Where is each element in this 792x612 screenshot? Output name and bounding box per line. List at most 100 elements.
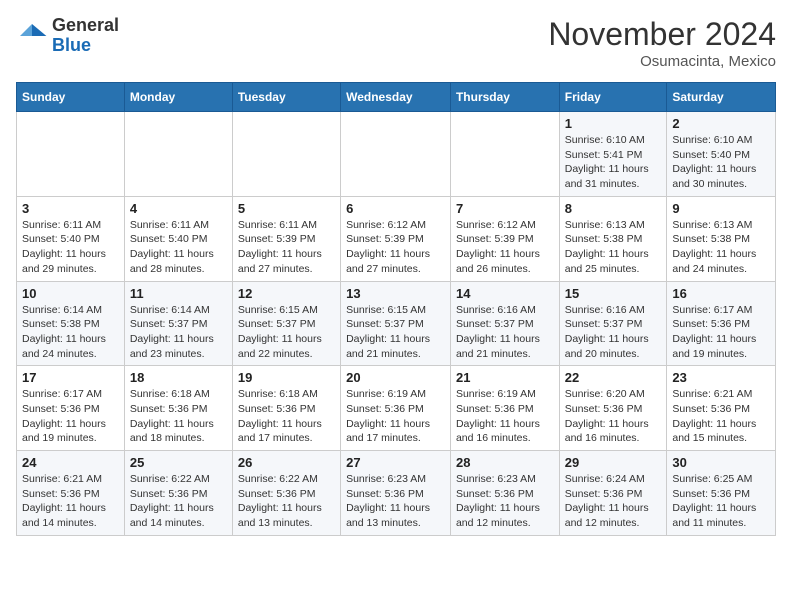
calendar-cell: 11 Sunrise: 6:14 AM Sunset: 5:37 PM Dayli… [124,281,232,366]
calendar-cell: 5 Sunrise: 6:11 AM Sunset: 5:39 PM Daylig… [232,196,340,281]
day-number: 5 [238,201,335,216]
day-number: 9 [672,201,770,216]
day-number: 25 [130,455,227,470]
day-number: 20 [346,370,445,385]
day-number: 30 [672,455,770,470]
day-number: 26 [238,455,335,470]
day-info: Sunrise: 6:15 AM Sunset: 5:37 PM Dayligh… [238,303,335,362]
calendar-cell: 3 Sunrise: 6:11 AM Sunset: 5:40 PM Daylig… [17,196,125,281]
day-number: 14 [456,286,554,301]
calendar-cell: 15 Sunrise: 6:16 AM Sunset: 5:37 PM Dayli… [559,281,667,366]
day-info: Sunrise: 6:14 AM Sunset: 5:37 PM Dayligh… [130,303,227,362]
calendar-cell: 12 Sunrise: 6:15 AM Sunset: 5:37 PM Dayli… [232,281,340,366]
calendar-cell: 17 Sunrise: 6:17 AM Sunset: 5:36 PM Dayli… [17,366,125,451]
calendar-cell: 19 Sunrise: 6:18 AM Sunset: 5:36 PM Dayli… [232,366,340,451]
day-info: Sunrise: 6:18 AM Sunset: 5:36 PM Dayligh… [238,387,335,446]
page-header: General Blue November 2024 Osumacinta, M… [16,16,776,70]
day-number: 15 [565,286,662,301]
calendar-cell [341,112,451,197]
calendar-cell: 28 Sunrise: 6:23 AM Sunset: 5:36 PM Dayli… [450,451,559,536]
day-info: Sunrise: 6:21 AM Sunset: 5:36 PM Dayligh… [22,472,119,531]
day-number: 8 [565,201,662,216]
calendar-cell: 27 Sunrise: 6:23 AM Sunset: 5:36 PM Dayli… [341,451,451,536]
header-thursday: Thursday [450,83,559,112]
calendar-cell: 9Sunrise: 6:13 AM Sunset: 5:38 PM Daylig… [667,196,776,281]
calendar-cell: 4Sunrise: 6:11 AM Sunset: 5:40 PM Daylig… [124,196,232,281]
calendar-cell: 22Sunrise: 6:20 AM Sunset: 5:36 PM Dayli… [559,366,667,451]
title-block: November 2024 Osumacinta, Mexico [548,16,776,70]
calendar-header-row: SundayMondayTuesdayWednesdayThursdayFrid… [17,83,776,112]
day-info: Sunrise: 6:11 AM Sunset: 5:40 PM Dayligh… [130,218,227,277]
day-info: Sunrise: 6:11 AM Sunset: 5:39 PM Dayligh… [238,218,335,277]
day-number: 13 [346,286,445,301]
header-wednesday: Wednesday [341,83,451,112]
day-info: Sunrise: 6:21 AM Sunset: 5:36 PM Dayligh… [672,387,770,446]
day-info: Sunrise: 6:18 AM Sunset: 5:36 PM Dayligh… [130,387,227,446]
day-number: 27 [346,455,445,470]
calendar-cell: 25 Sunrise: 6:22 AM Sunset: 5:36 PM Dayli… [124,451,232,536]
calendar-week-row: 3 Sunrise: 6:11 AM Sunset: 5:40 PM Daylig… [17,196,776,281]
calendar-week-row: 17 Sunrise: 6:17 AM Sunset: 5:36 PM Dayli… [17,366,776,451]
calendar-cell: 18Sunrise: 6:18 AM Sunset: 5:36 PM Dayli… [124,366,232,451]
day-info: Sunrise: 6:14 AM Sunset: 5:38 PM Dayligh… [22,303,119,362]
calendar-week-row: 1Sunrise: 6:10 AM Sunset: 5:41 PM Daylig… [17,112,776,197]
calendar-cell [124,112,232,197]
day-number: 16 [672,286,770,301]
calendar-cell: 13Sunrise: 6:15 AM Sunset: 5:37 PM Dayli… [341,281,451,366]
calendar-cell [450,112,559,197]
day-number: 11 [130,286,227,301]
day-info: Sunrise: 6:10 AM Sunset: 5:40 PM Dayligh… [672,133,770,192]
day-info: Sunrise: 6:10 AM Sunset: 5:41 PM Dayligh… [565,133,662,192]
day-number: 10 [22,286,119,301]
day-number: 12 [238,286,335,301]
day-info: Sunrise: 6:11 AM Sunset: 5:40 PM Dayligh… [22,218,119,277]
day-info: Sunrise: 6:22 AM Sunset: 5:36 PM Dayligh… [238,472,335,531]
calendar-table: SundayMondayTuesdayWednesdayThursdayFrid… [16,82,776,536]
calendar-cell [232,112,340,197]
calendar-cell: 14 Sunrise: 6:16 AM Sunset: 5:37 PM Dayli… [450,281,559,366]
calendar-week-row: 10 Sunrise: 6:14 AM Sunset: 5:38 PM Dayli… [17,281,776,366]
header-tuesday: Tuesday [232,83,340,112]
calendar-cell: 23 Sunrise: 6:21 AM Sunset: 5:36 PM Dayli… [667,366,776,451]
calendar-cell: 26 Sunrise: 6:22 AM Sunset: 5:36 PM Dayli… [232,451,340,536]
day-number: 28 [456,455,554,470]
day-info: Sunrise: 6:12 AM Sunset: 5:39 PM Dayligh… [456,218,554,277]
day-info: Sunrise: 6:17 AM Sunset: 5:36 PM Dayligh… [672,303,770,362]
calendar-cell: 8 Sunrise: 6:13 AM Sunset: 5:38 PM Daylig… [559,196,667,281]
day-number: 17 [22,370,119,385]
day-number: 21 [456,370,554,385]
day-info: Sunrise: 6:19 AM Sunset: 5:36 PM Dayligh… [456,387,554,446]
calendar-cell: 1Sunrise: 6:10 AM Sunset: 5:41 PM Daylig… [559,112,667,197]
calendar-week-row: 24 Sunrise: 6:21 AM Sunset: 5:36 PM Dayli… [17,451,776,536]
day-info: Sunrise: 6:20 AM Sunset: 5:36 PM Dayligh… [565,387,662,446]
calendar-cell: 6Sunrise: 6:12 AM Sunset: 5:39 PM Daylig… [341,196,451,281]
header-sunday: Sunday [17,83,125,112]
logo-icon [16,20,48,52]
day-number: 6 [346,201,445,216]
day-info: Sunrise: 6:23 AM Sunset: 5:36 PM Dayligh… [346,472,445,531]
calendar-cell: 20Sunrise: 6:19 AM Sunset: 5:36 PM Dayli… [341,366,451,451]
day-info: Sunrise: 6:13 AM Sunset: 5:38 PM Dayligh… [565,218,662,277]
calendar-cell [17,112,125,197]
day-info: Sunrise: 6:23 AM Sunset: 5:36 PM Dayligh… [456,472,554,531]
calendar-cell: 21 Sunrise: 6:19 AM Sunset: 5:36 PM Dayli… [450,366,559,451]
day-number: 3 [22,201,119,216]
day-number: 7 [456,201,554,216]
day-info: Sunrise: 6:16 AM Sunset: 5:37 PM Dayligh… [456,303,554,362]
day-number: 24 [22,455,119,470]
day-number: 23 [672,370,770,385]
calendar-cell: 29Sunrise: 6:24 AM Sunset: 5:36 PM Dayli… [559,451,667,536]
calendar-cell: 16 Sunrise: 6:17 AM Sunset: 5:36 PM Dayli… [667,281,776,366]
calendar-cell: 24 Sunrise: 6:21 AM Sunset: 5:36 PM Dayli… [17,451,125,536]
month-title: November 2024 [548,16,776,53]
calendar-cell: 2Sunrise: 6:10 AM Sunset: 5:40 PM Daylig… [667,112,776,197]
day-info: Sunrise: 6:22 AM Sunset: 5:36 PM Dayligh… [130,472,227,531]
header-friday: Friday [559,83,667,112]
location: Osumacinta, Mexico [548,53,776,70]
day-number: 19 [238,370,335,385]
day-info: Sunrise: 6:17 AM Sunset: 5:36 PM Dayligh… [22,387,119,446]
logo-text: General Blue [52,16,119,56]
day-info: Sunrise: 6:24 AM Sunset: 5:36 PM Dayligh… [565,472,662,531]
calendar-cell: 7 Sunrise: 6:12 AM Sunset: 5:39 PM Daylig… [450,196,559,281]
day-info: Sunrise: 6:16 AM Sunset: 5:37 PM Dayligh… [565,303,662,362]
